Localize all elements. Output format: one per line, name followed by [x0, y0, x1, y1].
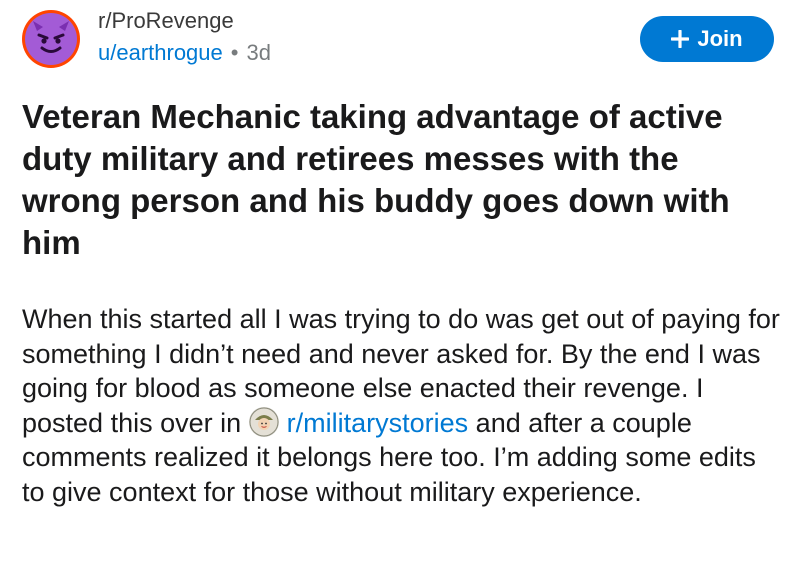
- subreddit-name[interactable]: r/ProRevenge: [98, 6, 271, 36]
- subreddit-avatar[interactable]: [22, 10, 80, 68]
- author-line: u/earthrogue • 3d: [98, 38, 271, 68]
- author-username[interactable]: u/earthrogue: [98, 40, 223, 65]
- separator-dot: •: [230, 40, 239, 65]
- post-age: 3d: [246, 40, 271, 65]
- join-button[interactable]: Join: [640, 16, 774, 62]
- post-meta: r/ProRevenge u/earthrogue • 3d: [98, 6, 271, 68]
- join-label: Join: [697, 26, 743, 51]
- devil-face-icon: [25, 13, 77, 65]
- post-title[interactable]: Veteran Mechanic taking advantage of act…: [22, 96, 782, 264]
- militarystories-icon: [248, 406, 279, 437]
- militarystories-link[interactable]: r/militarystories: [287, 408, 469, 438]
- plus-icon: [670, 25, 690, 53]
- post-body: When this started all I was trying to do…: [22, 302, 782, 509]
- post-header: r/ProRevenge u/earthrogue • 3d Join: [22, 6, 782, 70]
